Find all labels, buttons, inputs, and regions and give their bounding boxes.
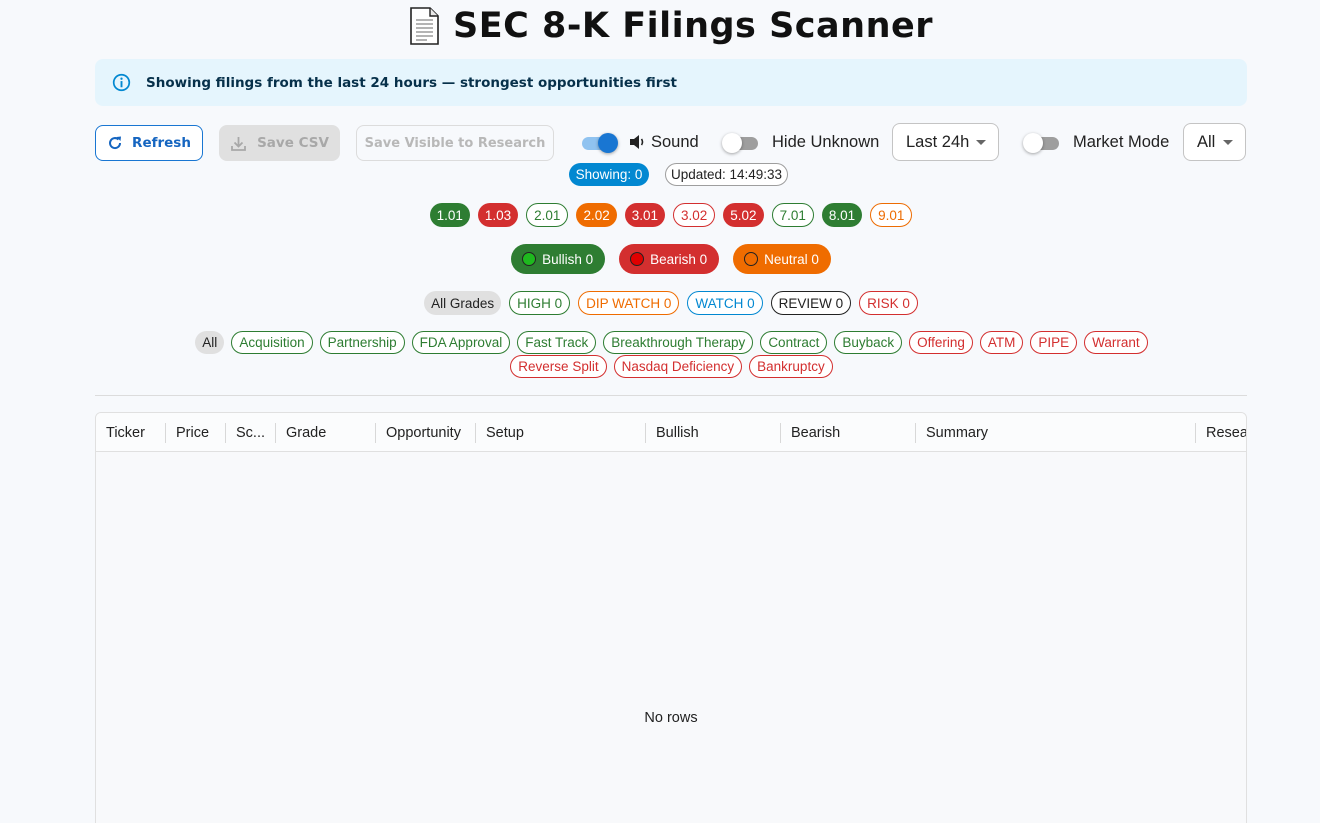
column-header-price[interactable]: Price [166, 413, 226, 452]
market-filter-value: All [1197, 132, 1216, 151]
sentiment-chip-label: Bearish 0 [650, 251, 708, 267]
column-separator[interactable] [1195, 423, 1196, 443]
category-chip-bankruptcy[interactable]: Bankruptcy [749, 355, 833, 378]
item-chip-9-01[interactable]: 9.01 [870, 203, 913, 227]
column-separator[interactable] [165, 423, 166, 443]
updated-time-badge: Updated: 14:49:33 [665, 163, 788, 186]
item-chip-3-01[interactable]: 3.01 [624, 203, 665, 227]
item-chip-1-03[interactable]: 1.03 [477, 203, 519, 227]
category-chip-offering[interactable]: Offering [909, 331, 973, 354]
column-separator[interactable] [475, 423, 476, 443]
divider [95, 395, 1247, 396]
category-chip-partnership[interactable]: Partnership [319, 331, 405, 354]
sentiment-chip-bullish[interactable]: Bullish 0 [511, 244, 606, 274]
category-filter-row: All Acquisition Partnership FDA Approval Fas… [95, 331, 1247, 378]
time-range-select[interactable]: Last 24h [892, 123, 999, 161]
market-mode-toggle[interactable] [1023, 132, 1061, 154]
column-header-grade[interactable]: Grade [276, 413, 376, 452]
column-header-bullish[interactable]: Bullish [646, 413, 781, 452]
item-filter-row: 1.01 1.03 2.01 2.02 3.01 3.02 5.02 7.01 8.01 9.01 [95, 203, 1247, 227]
grade-chip-risk-0[interactable]: RISK 0 [859, 291, 918, 315]
market-mode-label: Market Mode [1073, 133, 1170, 151]
table-header: Ticker Price Sc... Grade Opportunity Setup Bul… [96, 413, 1246, 452]
column-separator[interactable] [225, 423, 226, 443]
document-icon [410, 7, 439, 45]
refresh-button[interactable]: Refresh [95, 125, 203, 161]
grade-filter-row: All Grades HIGH 0 DIP WATCH 0 WATCH 0 REVIEW… [95, 291, 1247, 315]
page-title: SEC 8-K Filings Scanner [95, 6, 1247, 46]
column-header-ticker[interactable]: Ticker [96, 413, 166, 452]
column-header-opportunity[interactable]: Opportunity [376, 413, 476, 452]
save-research-button[interactable]: Save Visible to Research [356, 125, 554, 161]
item-chip-5-02[interactable]: 5.02 [723, 203, 764, 227]
refresh-label: Refresh [132, 135, 191, 151]
sentiment-chip-label: Neutral 0 [764, 251, 819, 267]
grade-chip-dip-watch-0[interactable]: DIP WATCH 0 [578, 291, 680, 315]
sound-toggle-knob [598, 133, 618, 153]
save-csv-label: Save CSV [257, 135, 329, 151]
save-research-label: Save Visible to Research [364, 135, 546, 151]
sound-toggle[interactable] [580, 132, 618, 154]
status-dot-icon [630, 252, 645, 266]
item-chip-7-01[interactable]: 7.01 [771, 203, 814, 227]
grade-chip-high-0[interactable]: HIGH 0 [509, 291, 571, 315]
hide-unknown-toggle[interactable] [722, 132, 760, 154]
page-title-text: SEC 8-K Filings Scanner [453, 6, 933, 46]
item-chip-1-01[interactable]: 1.01 [429, 203, 470, 227]
banner-text: Showing filings from the last 24 hours —… [146, 74, 677, 91]
hide-unknown-label: Hide Unknown [772, 133, 880, 151]
info-icon [112, 73, 131, 92]
column-separator[interactable] [375, 423, 376, 443]
status-dot-icon [522, 252, 537, 266]
sentiment-chip-label: Bullish 0 [542, 251, 594, 267]
sentiment-chip-neutral[interactable]: Neutral 0 [733, 244, 831, 274]
column-header-setup[interactable]: Setup [476, 413, 646, 452]
refresh-icon [109, 136, 122, 150]
category-chip-pipe[interactable]: PIPE [1030, 331, 1078, 354]
item-chip-2-02[interactable]: 2.02 [576, 203, 617, 227]
column-header-bearish[interactable]: Bearish [781, 413, 916, 452]
grade-chip-all-grades[interactable]: All Grades [424, 291, 502, 315]
category-chip-warrant[interactable]: Warrant [1084, 331, 1148, 354]
sentiment-filter-row: Bullish 0 Bearish 0 Neutral 0 [95, 244, 1247, 274]
category-chip-acquisition[interactable]: Acquisition [231, 331, 313, 354]
category-chip-breakthrough-therapy[interactable]: Breakthrough Therapy [603, 331, 754, 354]
column-separator[interactable] [915, 423, 916, 443]
category-chip-all[interactable]: All [195, 331, 225, 354]
filings-table: Ticker Price Sc... Grade Opportunity Setup Bul… [95, 412, 1247, 823]
status-dot-icon [744, 252, 759, 266]
sentiment-chip-bearish[interactable]: Bearish 0 [619, 244, 720, 274]
time-range-value: Last 24h [906, 132, 970, 151]
column-separator[interactable] [275, 423, 276, 443]
category-chip-fda-approval[interactable]: FDA Approval [411, 331, 511, 354]
column-header-sc[interactable]: Sc... [226, 413, 276, 452]
chevron-down-icon [1223, 140, 1233, 145]
column-header-summary[interactable]: Summary [916, 413, 1196, 452]
column-separator[interactable] [780, 423, 781, 443]
item-chip-8-01[interactable]: 8.01 [821, 203, 863, 227]
category-chip-contract[interactable]: Contract [760, 331, 828, 354]
speaker-icon [630, 135, 644, 149]
hide-unknown-toggle-knob [722, 133, 742, 153]
showing-count-badge: Showing: 0 [569, 163, 649, 186]
market-mode-toggle-knob [1023, 133, 1043, 153]
category-chip-nasdaq-deficiency[interactable]: Nasdaq Deficiency [613, 355, 743, 378]
item-chip-3-02[interactable]: 3.02 [673, 203, 716, 227]
category-chip-fast-track[interactable]: Fast Track [517, 331, 597, 354]
grade-chip-review-0[interactable]: REVIEW 0 [770, 291, 852, 315]
category-chip-buyback[interactable]: Buyback [834, 331, 903, 354]
column-separator[interactable] [645, 423, 646, 443]
category-chip-atm[interactable]: ATM [979, 331, 1024, 354]
item-chip-2-01[interactable]: 2.01 [526, 203, 569, 227]
chevron-down-icon [976, 140, 986, 145]
sound-label: Sound [651, 133, 699, 151]
download-icon [231, 136, 246, 151]
info-banner: Showing filings from the last 24 hours —… [95, 59, 1247, 106]
save-csv-button[interactable]: Save CSV [219, 125, 340, 161]
column-header-resea[interactable]: Resea [1196, 413, 1246, 452]
empty-state-text: No rows [644, 710, 698, 726]
category-chip-reverse-split[interactable]: Reverse Split [510, 355, 607, 378]
grade-chip-watch-0[interactable]: WATCH 0 [687, 291, 763, 315]
market-filter-select[interactable]: All [1183, 123, 1246, 161]
